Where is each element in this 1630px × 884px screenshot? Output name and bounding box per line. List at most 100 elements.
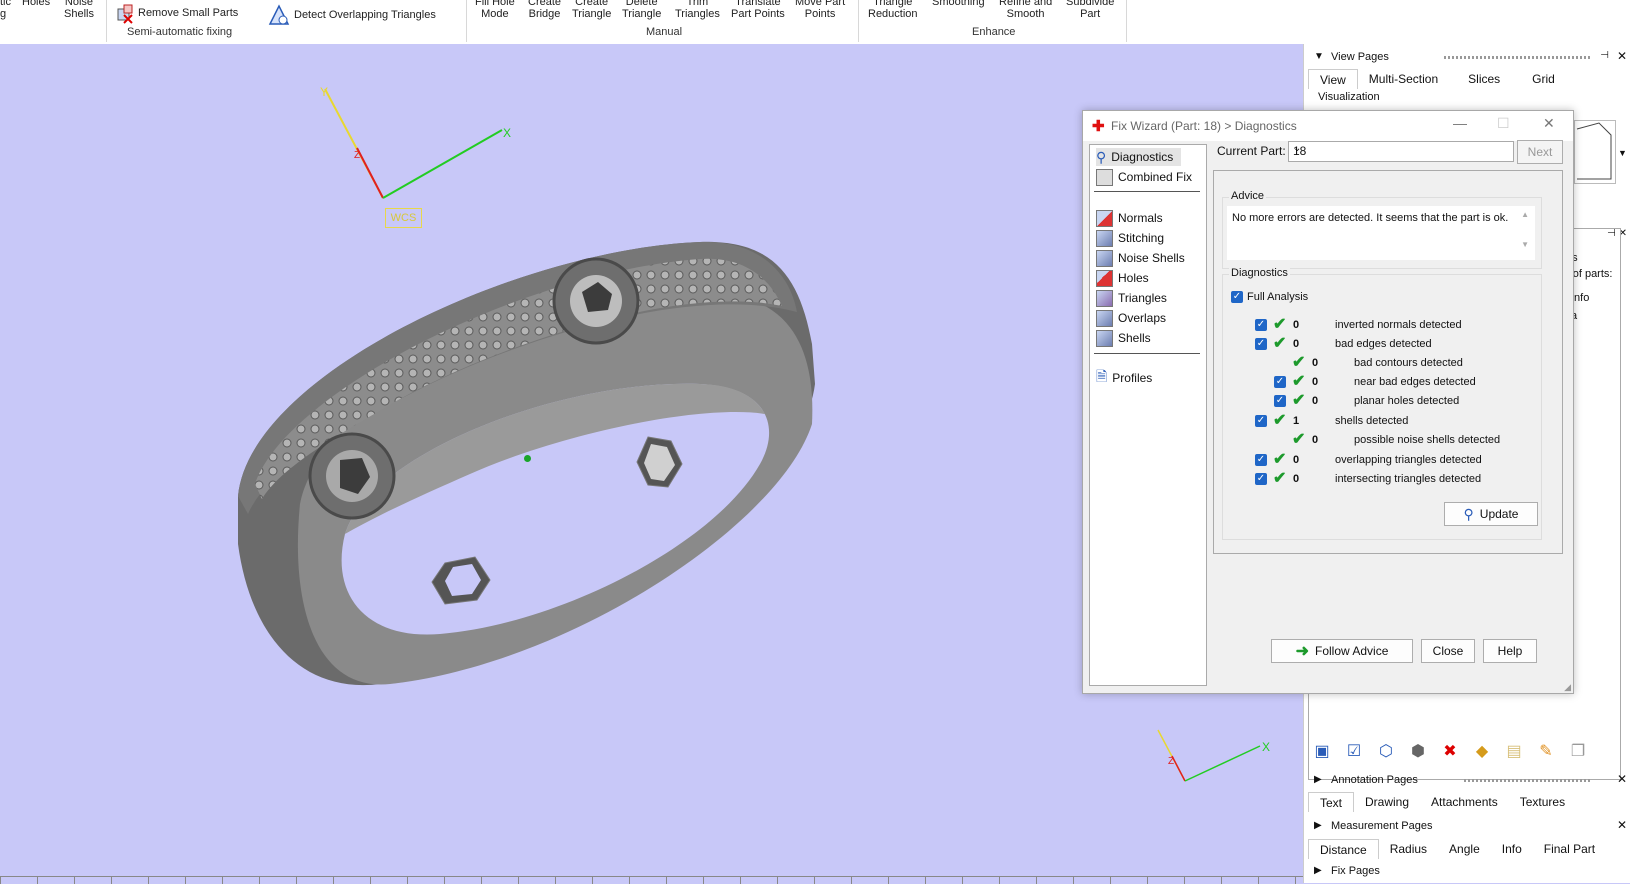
advice-textbox[interactable]: No more errors are detected. It seems th… [1227, 206, 1535, 260]
check-label: bad contours detected [1354, 357, 1463, 369]
update-button[interactable]: ⚲ Update [1444, 502, 1538, 526]
nav-triangles[interactable]: Triangles [1096, 289, 1167, 307]
green-check-icon: ✔ [1273, 335, 1287, 352]
cube-color-icon[interactable]: ◆ [1469, 738, 1495, 764]
close-icon[interactable]: ✕ [1617, 772, 1627, 786]
create-bridge-button[interactable]: Create Bridge [528, 0, 561, 20]
trim-triangles-button[interactable]: Trim Triangles [675, 0, 720, 20]
create-triangle-line1: Create [575, 0, 609, 8]
triangle-reduction-button[interactable]: Triangle Reduction [868, 0, 918, 20]
view-pages-header[interactable]: ▼ View Pages ⊣ ✕ [1304, 47, 1630, 67]
noise-shells-button[interactable]: Noise Shells [64, 0, 94, 20]
cube-outline-icon[interactable]: ⬢ [1405, 738, 1431, 764]
nav-holes[interactable]: Holes [1096, 269, 1149, 287]
tab-text[interactable]: Text [1308, 792, 1355, 812]
nav-shells[interactable]: Shells [1096, 329, 1151, 347]
collapse-right-icon[interactable]: ▶ [1314, 774, 1322, 785]
nav-noise-shells[interactable]: Noise Shells [1096, 249, 1185, 267]
create-triangle-button[interactable]: Create Triangle [572, 0, 611, 20]
check-row-overlapping[interactable]: ✓ ✔ 0 overlapping triangles detected [1255, 452, 1535, 470]
cube-wire-icon[interactable]: ⬡ [1373, 738, 1399, 764]
tab-multi-section[interactable]: Multi-Section [1358, 69, 1449, 89]
dialog-titlebar[interactable]: ✚ Fix Wizard (Part: 18) > Diagnostics — … [1083, 111, 1573, 141]
minimize-icon[interactable]: — [1453, 115, 1467, 131]
nav-overlaps[interactable]: Overlaps [1096, 309, 1166, 327]
smoothing-button[interactable]: Smoothing [932, 0, 985, 8]
pin-icon[interactable]: ⊣ [1600, 50, 1609, 61]
check-row-shells[interactable]: ✓ ✔ 1 shells detected [1255, 413, 1535, 431]
tab-slices[interactable]: Slices [1457, 69, 1511, 89]
detect-overlapping-label: Detect Overlapping Triangles [294, 9, 436, 21]
remove-small-parts-button[interactable]: Remove Small Parts [116, 4, 238, 24]
cube-select-icon[interactable]: ▣ [1309, 738, 1335, 764]
nav-diagnostics[interactable]: ⚲ Diagnostics [1096, 148, 1182, 166]
view-cube-preview[interactable] [1574, 120, 1616, 184]
move-part-points-button[interactable]: Move Part Points [795, 0, 845, 20]
holes-button[interactable]: Holes [22, 0, 50, 8]
fill-hole-mode-button[interactable]: Fill Hole Mode [475, 0, 515, 20]
view-pages-title: View Pages [1331, 51, 1389, 63]
axis-y-label: Y [320, 85, 328, 99]
tab-distance[interactable]: Distance [1308, 839, 1379, 859]
nav-normals[interactable]: Normals [1096, 209, 1163, 227]
chevron-down-icon[interactable]: ▼ [1618, 148, 1627, 158]
subdivide-part-button[interactable]: Subdivide Part [1066, 0, 1114, 20]
delete-triangle-button[interactable]: Delete Triangle [622, 0, 661, 20]
green-check-icon: ✔ [1273, 316, 1287, 333]
scroll-down-icon[interactable]: ▼ [1521, 240, 1529, 249]
nav-profiles[interactable]: 🗎 Profiles [1096, 368, 1152, 387]
check-row-inverted-normals[interactable]: ✓ ✔ 0 inverted normals detected [1255, 317, 1535, 335]
axis-z-label: Z [354, 150, 360, 161]
tab-view[interactable]: View [1308, 69, 1358, 89]
next-button[interactable]: Next [1517, 140, 1563, 164]
check-row-intersecting[interactable]: ✓ ✔ 0 intersecting triangles detected [1255, 471, 1535, 489]
close-icon[interactable]: ✕ [1543, 115, 1555, 132]
tab-attachments[interactable]: Attachments [1420, 792, 1509, 812]
check-row-near-bad-edges[interactable]: ✓ ✔ 0 near bad edges detected [1274, 374, 1534, 392]
corner-x-label: X [1262, 740, 1270, 754]
nav-combined-fix[interactable]: Combined Fix [1096, 168, 1192, 186]
tab-angle[interactable]: Angle [1438, 839, 1491, 859]
collapse-right-icon[interactable]: ▶ [1314, 865, 1322, 876]
cube-delete-icon[interactable]: ✖ [1437, 738, 1463, 764]
close-button[interactable]: Close [1421, 639, 1475, 663]
help-button[interactable]: Help [1483, 639, 1537, 663]
nav-separator [1094, 353, 1200, 354]
collapse-right-icon[interactable]: ▶ [1314, 820, 1322, 831]
ribbon-partial-button[interactable]: tic g [0, 0, 11, 20]
scroll-up-icon[interactable]: ▲ [1521, 210, 1529, 219]
check-row-bad-edges[interactable]: ✓ ✔ 0 bad edges detected [1255, 336, 1535, 354]
pencil-icon[interactable]: ✎ [1533, 738, 1559, 764]
semi-auto-group-label: Semi-automatic fixing [127, 26, 233, 38]
tab-grid[interactable]: Grid [1521, 69, 1566, 89]
resize-grip-icon[interactable]: ◢ [1564, 682, 1571, 693]
tab-info[interactable]: Info [1491, 839, 1533, 859]
tab-drawing[interactable]: Drawing [1354, 792, 1420, 812]
annotation-pages-header[interactable]: ▶ Annotation Pages ✕ [1304, 770, 1630, 790]
holes-icon [1096, 269, 1113, 287]
tab-radius[interactable]: Radius [1379, 839, 1438, 859]
close-icon[interactable]: ✕ [1617, 818, 1627, 832]
current-part-select[interactable]: 18 ⌄ [1288, 141, 1514, 162]
measurement-pages-header[interactable]: ▶ Measurement Pages ✕ [1304, 816, 1630, 836]
follow-advice-button[interactable]: ➜ Follow Advice [1271, 639, 1413, 663]
check-row-planar-holes[interactable]: ✓ ✔ 0 planar holes detected [1274, 393, 1534, 411]
create-triangle-line2: Triangle [572, 8, 612, 20]
fill-hole-line2: Mode [481, 8, 509, 20]
page-icon[interactable]: ▤ [1501, 738, 1527, 764]
maximize-icon[interactable]: ☐ [1497, 115, 1510, 132]
translate-part-points-button[interactable]: Translate Part Points [731, 0, 785, 20]
collapse-down-icon[interactable]: ▼ [1314, 51, 1324, 62]
detect-overlapping-button[interactable]: Detect Overlapping Triangles [268, 4, 436, 26]
tab-textures[interactable]: Textures [1509, 792, 1576, 812]
close-icon[interactable]: ✕ [1617, 49, 1627, 63]
cube-check-icon[interactable]: ☑ [1341, 738, 1367, 764]
nav-stitching[interactable]: Stitching [1096, 229, 1164, 247]
copy-icon[interactable]: ❐ [1565, 738, 1591, 764]
chevron-down-icon: ⌄ [1293, 143, 1302, 154]
fix-pages-header[interactable]: ▶ Fix Pages [1304, 861, 1630, 881]
diagnostics-pane: Advice No more errors are detected. It s… [1213, 170, 1563, 554]
annotation-tabs: Text Drawing Attachments Textures [1308, 792, 1576, 812]
refine-smooth-button[interactable]: Refine and Smooth [999, 0, 1052, 20]
tab-final-part[interactable]: Final Part [1533, 839, 1606, 859]
